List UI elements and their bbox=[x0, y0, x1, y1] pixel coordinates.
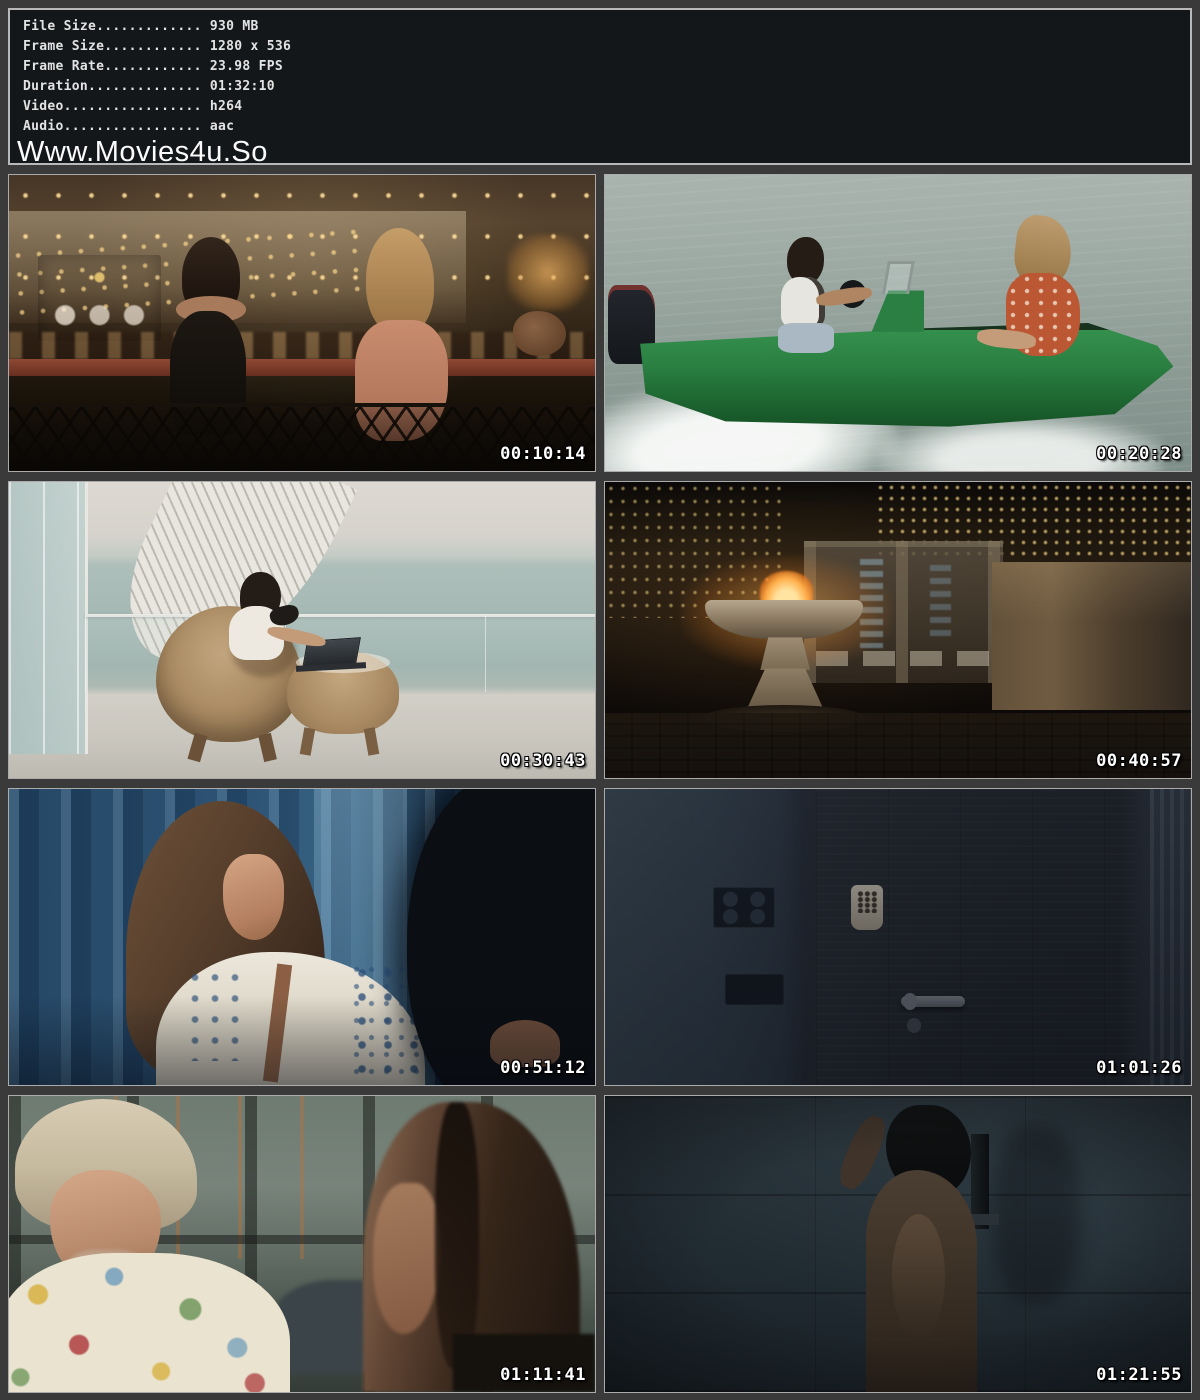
timestamp-overlay: 01:11:41 bbox=[500, 1365, 586, 1385]
screenshot-courtyard-fire: 00:40:57 bbox=[604, 481, 1192, 779]
timestamp-overlay: 01:21:55 bbox=[1096, 1365, 1182, 1385]
vignette-overlay bbox=[605, 1096, 1191, 1392]
screenshot-motorboat: 00:20:28 bbox=[604, 174, 1192, 472]
woman-face bbox=[223, 854, 285, 940]
info-line-audio: Audio................. aac bbox=[23, 117, 1178, 137]
timestamp-overlay: 00:10:14 bbox=[500, 444, 586, 464]
screenshot-dark-door: 01:01:26 bbox=[604, 788, 1192, 1086]
stone-building bbox=[992, 562, 1191, 710]
screenshot-shower: 01:21:55 bbox=[604, 1095, 1192, 1393]
hanging-decoration bbox=[930, 565, 951, 642]
woman-right-hair bbox=[366, 228, 433, 335]
driver-shorts bbox=[778, 323, 834, 353]
glass-wall bbox=[9, 482, 88, 754]
info-line-frame-rate: Frame Rate............ 23.98 FPS bbox=[23, 57, 1178, 77]
lit-sign-glow bbox=[507, 234, 589, 311]
floral-shirt bbox=[8, 1253, 290, 1393]
windshield bbox=[882, 261, 915, 294]
bar-counter bbox=[9, 359, 595, 377]
info-line-frame-size: Frame Size............ 1280 x 536 bbox=[23, 37, 1178, 57]
site-watermark: Www.Movies4u.So bbox=[17, 139, 1178, 165]
timestamp-overlay: 00:30:43 bbox=[500, 751, 586, 771]
info-line-duration: Duration.............. 01:32:10 bbox=[23, 77, 1178, 97]
green-boat-hull bbox=[640, 323, 1173, 427]
screenshot-night-market: 00:10:14 bbox=[8, 174, 596, 472]
timestamp-overlay: 00:51:12 bbox=[500, 1058, 586, 1078]
timestamp-overlay: 00:40:57 bbox=[1096, 751, 1182, 771]
screenshot-grid: 00:10:14 00:20:28 bbox=[8, 174, 1192, 1393]
younger-man-foreground bbox=[337, 1102, 595, 1392]
info-line-file-size: File Size............. 930 MB bbox=[23, 17, 1178, 37]
screenshot-balcony: 00:30:43 bbox=[8, 481, 596, 779]
screenshot-blue-room-woman: 00:51:12 bbox=[8, 788, 596, 1086]
screenshot-two-men: 01:11:41 bbox=[8, 1095, 596, 1393]
info-line-video: Video................. h264 bbox=[23, 97, 1178, 117]
market-stalls bbox=[9, 332, 595, 359]
darkness-overlay bbox=[605, 789, 1191, 1085]
boat-console bbox=[872, 290, 925, 331]
chair-leg bbox=[258, 732, 277, 761]
timestamp-overlay: 01:01:26 bbox=[1096, 1058, 1182, 1078]
red-banner bbox=[38, 255, 161, 341]
timestamp-overlay: 00:20:28 bbox=[1096, 444, 1182, 464]
table-leg bbox=[300, 727, 315, 755]
hair-strand bbox=[435, 1102, 479, 1369]
table-leg bbox=[364, 727, 379, 755]
fountain-stem bbox=[760, 637, 810, 670]
media-info-panel: File Size............. 930 MB Frame Size… bbox=[8, 8, 1192, 165]
chair-leg bbox=[187, 732, 207, 761]
handbag bbox=[513, 311, 566, 355]
